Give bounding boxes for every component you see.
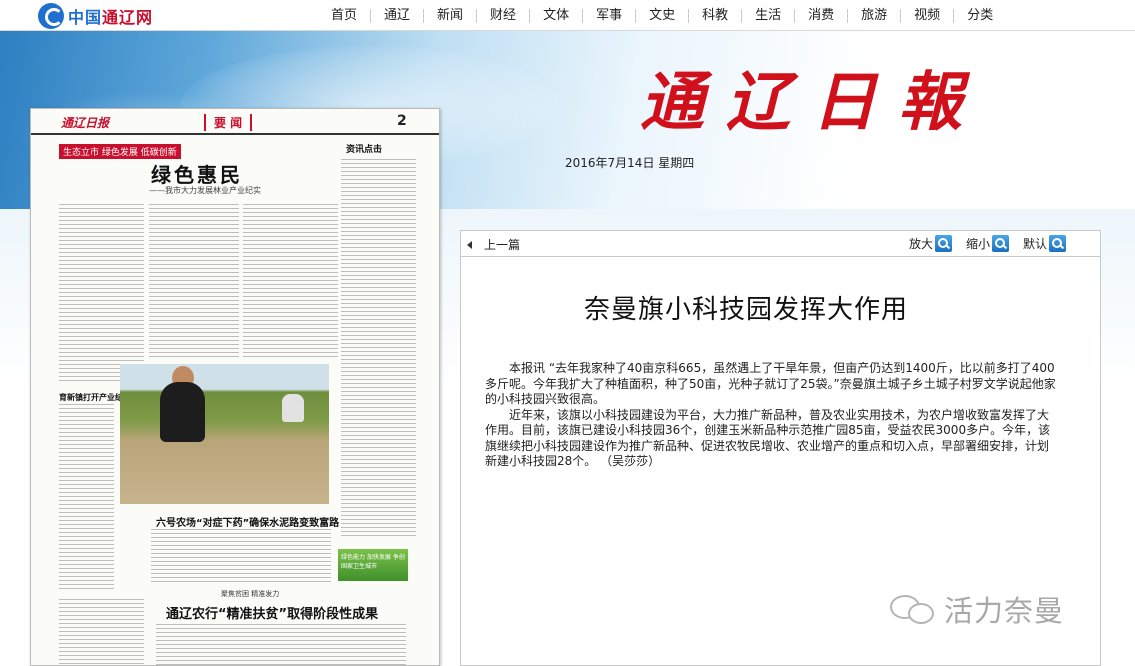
- logo-prefix: 中国: [68, 8, 103, 27]
- logo-name: 通辽网: [102, 8, 154, 27]
- nav-item-culture-sports[interactable]: 文体: [530, 8, 584, 23]
- caret-left-icon: [467, 240, 472, 249]
- paper-photo-farmer: [120, 364, 329, 504]
- paper-section-label: 要 闻: [204, 114, 253, 131]
- prev-article-label: 上一篇: [484, 238, 521, 252]
- nav-item-finance[interactable]: 财经: [477, 8, 531, 23]
- nav-item-life[interactable]: 生活: [742, 8, 796, 23]
- zoom-out-button[interactable]: 缩小: [966, 235, 1010, 252]
- top-bar: 中国通辽网 首页 通辽 新闻 财经 文体 军事 文史 科教 生活 消费 旅游 视…: [0, 0, 1135, 31]
- paper-ad-box: 绿色能力 加快发展 争创国家卫生城市: [338, 549, 408, 581]
- viewer-scroll-divider: [1100, 256, 1101, 666]
- nav-item-home[interactable]: 首页: [318, 8, 372, 23]
- paper-text-column: [341, 159, 416, 539]
- site-logo[interactable]: 中国通辽网: [38, 3, 153, 29]
- nav-item-science-edu[interactable]: 科教: [689, 8, 743, 23]
- wechat-watermark: 活力奈曼: [890, 588, 1064, 630]
- zoom-in-button[interactable]: 放大: [909, 235, 953, 252]
- paper-headline-3[interactable]: 通辽农行“精准扶贫”取得阶段性成果: [166, 603, 378, 622]
- newspaper-page-thumbnail[interactable]: 通辽日报 要 闻 2 生态立市 绿色发展 低碳创新 绿色惠民 ——我市大力发展林…: [30, 108, 440, 666]
- article-paragraph: 本报讯 “去年我家种了40亩京科665，虽然遇上了干旱年景，但亩产仍达到1400…: [485, 361, 1056, 406]
- nav-item-categories[interactable]: 分类: [954, 8, 1006, 23]
- nav-item-video[interactable]: 视频: [901, 8, 955, 23]
- prev-article-button[interactable]: 上一篇: [467, 236, 520, 253]
- issue-date: 2016年7月14日 星期四: [565, 156, 695, 170]
- zoom-in-label: 放大: [909, 237, 934, 251]
- nav-item-travel[interactable]: 旅游: [848, 8, 902, 23]
- main-nav: 首页 通辽 新闻 财经 文体 军事 文史 科教 生活 消费 旅游 视频 分类: [318, 0, 1006, 31]
- magnifier-icon: [935, 235, 953, 252]
- article-title: 奈曼旗小科技园发挥大作用: [583, 295, 908, 325]
- article-toolbar: 上一篇 放大 缩小 默认: [461, 231, 1100, 257]
- paper-headline[interactable]: 绿色惠民: [151, 159, 243, 188]
- paper-text-column: [151, 529, 331, 584]
- logo-icon: [38, 3, 64, 29]
- nav-item-news[interactable]: 新闻: [424, 8, 478, 23]
- nav-item-military[interactable]: 军事: [583, 8, 637, 23]
- zoom-out-label: 缩小: [966, 237, 991, 251]
- article-paragraph: 近年来，该旗以小科技园建设为平台，大力推广新品种，普及农业实用技术，为农户增收致…: [485, 407, 1051, 469]
- zoom-default-label: 默认: [1023, 237, 1048, 251]
- watermark-text: 活力奈曼: [944, 594, 1065, 628]
- nav-item-consumer[interactable]: 消费: [795, 8, 849, 23]
- magnifier-icon: [1049, 235, 1067, 252]
- article-body: 本报讯 “去年我家种了40亩京科665，虽然遇上了干旱年景，但亩产仍达到1400…: [485, 361, 1057, 470]
- paper-text-column: [59, 404, 114, 589]
- paper-text-column: [243, 204, 338, 359]
- paper-text-column: [59, 599, 144, 664]
- paper-logo: 通辽日报: [61, 116, 110, 130]
- paper-kicker-3: 聚焦贫困 精准发力: [221, 590, 280, 598]
- nav-item-tongliao[interactable]: 通辽: [371, 8, 425, 23]
- paper-text-column: [149, 204, 239, 359]
- magnifier-icon: [992, 235, 1010, 252]
- paper-sidebar-heading: 资讯点击: [346, 145, 383, 155]
- masthead-title: 通辽日報: [640, 65, 984, 140]
- paper-headline-2[interactable]: 六号农场“对症下药”确保水泥路变致富路: [156, 514, 339, 529]
- paper-tag: 生态立市 绿色发展 低碳创新: [59, 144, 181, 159]
- nav-item-history[interactable]: 文史: [636, 8, 690, 23]
- zoom-default-button[interactable]: 默认: [1023, 235, 1067, 252]
- paper-text-column: [59, 204, 144, 384]
- paper-text-column: [156, 624, 406, 665]
- paper-subheadline: ——我市大力发展林业产业纪实: [149, 186, 261, 195]
- paper-page-number: 2: [397, 113, 407, 129]
- paper-header: 通辽日报 要 闻 2: [31, 109, 439, 135]
- wechat-icon: [890, 591, 938, 627]
